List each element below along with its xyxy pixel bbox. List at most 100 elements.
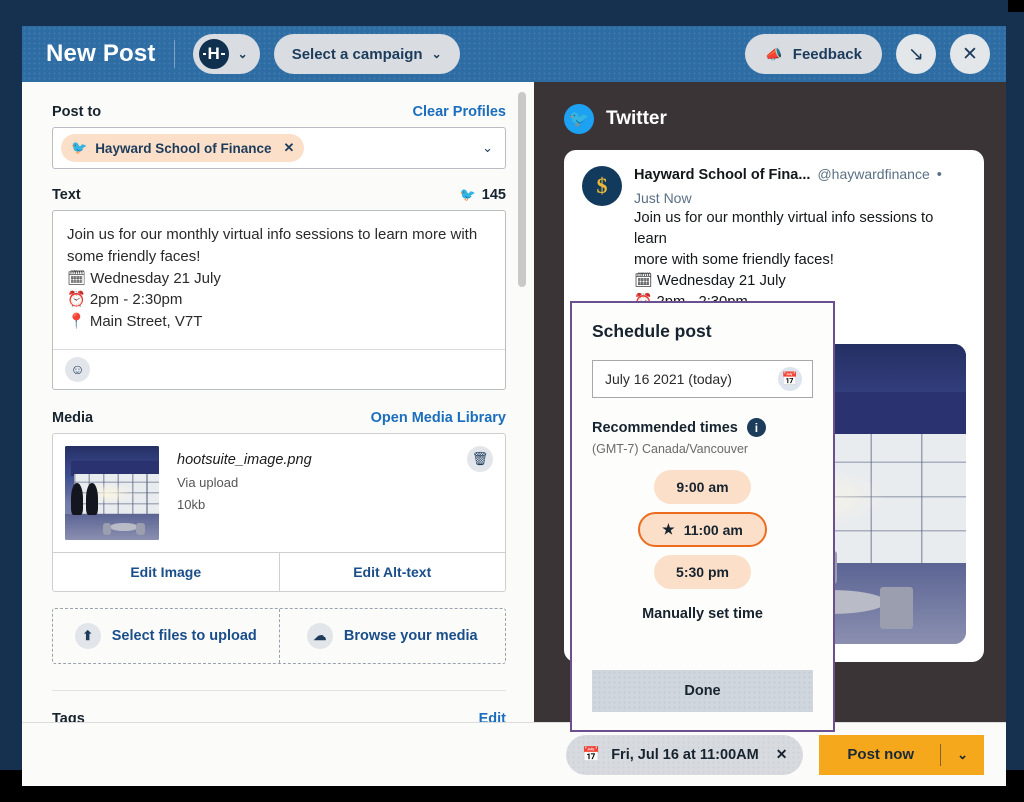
delete-media-button[interactable]: 🗑 bbox=[467, 446, 493, 472]
character-counter: 🐦 145 bbox=[460, 187, 506, 203]
new-post-modal: New Post H ⌄ Select a campaign ⌄ 📣 Feedb… bbox=[22, 26, 1006, 786]
tweet-display-name: Hayward School of Fina... bbox=[634, 167, 810, 183]
media-filename: hootsuite_image.png bbox=[177, 452, 312, 468]
profile-chip[interactable]: 🐦 Hayward School of Finance ✕ bbox=[61, 134, 304, 162]
time-option[interactable]: 5:30 pm bbox=[654, 555, 751, 589]
chevron-down-icon: ⌄ bbox=[238, 47, 248, 61]
media-item: hootsuite_image.png Via upload 10kb 🗑 bbox=[53, 434, 505, 552]
media-details: hootsuite_image.png Via upload 10kb bbox=[159, 446, 312, 540]
media-actions: Edit Image Edit Alt-text bbox=[53, 552, 505, 591]
text-line: some friendly faces! bbox=[67, 246, 491, 268]
arrow-down-right-icon: ↘ bbox=[908, 43, 924, 66]
text-editor[interactable]: Join us for our monthly virtual info ses… bbox=[52, 210, 506, 390]
header-actions: 📣 Feedback ↘ ✕ bbox=[745, 34, 990, 74]
post-to-header: Post to Clear Profiles bbox=[52, 104, 506, 120]
close-icon: ✕ bbox=[962, 43, 978, 66]
clear-profiles-button[interactable]: Clear Profiles bbox=[413, 104, 507, 120]
browse-media-button[interactable]: ☁ Browse your media bbox=[280, 609, 506, 663]
emoji-picker-button[interactable]: ☺ bbox=[65, 357, 90, 382]
tweet-handle: @haywardfinance bbox=[817, 166, 929, 182]
preview-network-header: 🐦 Twitter bbox=[564, 104, 980, 134]
twitter-glyph: 🐦 bbox=[569, 109, 589, 129]
cloud-icon: ☁ bbox=[307, 623, 333, 649]
text-line: 📍 Main Street, V7T bbox=[67, 311, 491, 333]
chevron-down-icon[interactable]: ⌄ bbox=[482, 140, 493, 156]
meta-separator: • bbox=[937, 167, 942, 183]
calendar-icon[interactable]: 📅 bbox=[778, 367, 802, 391]
calendar-icon: 📅 bbox=[582, 746, 600, 763]
date-value: July 16 2021 (today) bbox=[605, 371, 778, 387]
chevron-down-icon[interactable]: ⌄ bbox=[941, 747, 984, 763]
twitter-icon: 🐦 bbox=[564, 104, 594, 134]
chevron-down-icon: ⌄ bbox=[432, 47, 442, 61]
avatar: $ bbox=[582, 166, 622, 206]
clear-schedule-icon[interactable]: ✕ bbox=[776, 746, 788, 763]
profile-selector[interactable]: 🐦 Hayward School of Finance ✕ ⌄ bbox=[52, 127, 506, 169]
time-option-label: 11:00 am bbox=[684, 522, 743, 538]
modal-body: Post to Clear Profiles 🐦 Hayward School … bbox=[22, 82, 1006, 722]
screen: New Post H ⌄ Select a campaign ⌄ 📣 Feedb… bbox=[0, 0, 1024, 802]
time-option[interactable]: 9:00 am bbox=[654, 470, 750, 504]
twitter-icon: 🐦 bbox=[460, 187, 476, 203]
schedule-post-popup: Schedule post July 16 2021 (today) 📅 Rec… bbox=[570, 301, 835, 732]
open-media-library-button[interactable]: Open Media Library bbox=[371, 410, 506, 426]
star-icon: ★ bbox=[662, 521, 675, 538]
avatar-glyph: $ bbox=[597, 173, 608, 199]
manually-set-time-button[interactable]: Manually set time bbox=[592, 606, 813, 622]
edit-alt-text-button[interactable]: Edit Alt-text bbox=[280, 553, 506, 591]
select-files-label: Select files to upload bbox=[112, 628, 257, 644]
date-input[interactable]: July 16 2021 (today) 📅 bbox=[592, 360, 813, 398]
tweet-meta: Hayward School of Fina... @haywardfinanc… bbox=[634, 166, 966, 206]
browse-media-label: Browse your media bbox=[344, 628, 478, 644]
hootsuite-logo-icon: H bbox=[199, 39, 229, 69]
media-header: Media Open Media Library bbox=[52, 410, 506, 426]
select-files-button[interactable]: ⬆ Select files to upload bbox=[53, 609, 280, 663]
post-button-divider bbox=[940, 744, 941, 766]
remove-profile-icon[interactable]: ✕ bbox=[283, 140, 294, 156]
text-line: 🗓 Wednesday 21 July bbox=[67, 268, 491, 290]
megaphone-icon: 📣 bbox=[765, 46, 782, 63]
feedback-button[interactable]: 📣 Feedback bbox=[745, 34, 882, 74]
time-option-selected[interactable]: ★ 11:00 am bbox=[638, 512, 767, 547]
recommended-times-label: Recommended times bbox=[592, 420, 738, 436]
composer-scrollbar-thumb[interactable] bbox=[518, 92, 526, 287]
tags-label: Tags bbox=[52, 711, 85, 722]
text-header: Text 🐦 145 bbox=[52, 187, 506, 203]
recommended-times-list: 9:00 am ★ 11:00 am 5:30 pm bbox=[592, 470, 813, 589]
tweet-line: Join us for our monthly virtual info ses… bbox=[634, 208, 966, 250]
media-source: Via upload bbox=[177, 475, 312, 490]
info-icon[interactable]: i bbox=[747, 418, 766, 437]
text-line: Join us for our monthly virtual info ses… bbox=[67, 224, 491, 246]
smiley-icon: ☺ bbox=[70, 361, 84, 377]
tags-header: Tags Edit bbox=[52, 711, 506, 722]
modal-header: New Post H ⌄ Select a campaign ⌄ 📣 Feedb… bbox=[22, 26, 1006, 82]
tweet-timestamp: Just Now bbox=[634, 190, 692, 206]
post-now-button[interactable]: Post now ⌄ bbox=[819, 735, 984, 775]
brand-initial: H bbox=[206, 44, 220, 64]
campaign-selector[interactable]: Select a campaign ⌄ bbox=[274, 34, 460, 74]
popup-title: Schedule post bbox=[592, 321, 813, 342]
character-count-value: 145 bbox=[482, 187, 506, 203]
page-title: New Post bbox=[46, 40, 156, 68]
text-line: ⏰ 2pm - 2:30pm bbox=[67, 289, 491, 311]
brand-selector[interactable]: H ⌄ bbox=[193, 34, 260, 74]
close-button[interactable]: ✕ bbox=[950, 34, 990, 74]
scheduled-time-pill[interactable]: 📅 Fri, Jul 16 at 11:00AM ✕ bbox=[566, 735, 803, 775]
section-divider bbox=[52, 690, 506, 691]
preview-network-name: Twitter bbox=[606, 108, 667, 130]
text-label: Text bbox=[52, 187, 81, 203]
profile-chip-label: Hayward School of Finance bbox=[95, 141, 271, 156]
minimize-button[interactable]: ↘ bbox=[896, 34, 936, 74]
text-editor-content[interactable]: Join us for our monthly virtual info ses… bbox=[53, 211, 505, 349]
campaign-label: Select a campaign bbox=[292, 46, 423, 63]
media-thumbnail[interactable] bbox=[65, 446, 159, 540]
feedback-label: Feedback bbox=[793, 46, 862, 63]
post-now-label: Post now bbox=[819, 746, 940, 763]
edit-tags-button[interactable]: Edit bbox=[479, 711, 506, 722]
media-card: hootsuite_image.png Via upload 10kb 🗑 Ed… bbox=[52, 433, 506, 592]
done-button[interactable]: Done bbox=[592, 670, 813, 712]
done-label: Done bbox=[684, 683, 720, 699]
edit-image-button[interactable]: Edit Image bbox=[53, 553, 280, 591]
editor-toolbar: ☺ bbox=[53, 349, 505, 389]
upload-icon: ⬆ bbox=[75, 623, 101, 649]
